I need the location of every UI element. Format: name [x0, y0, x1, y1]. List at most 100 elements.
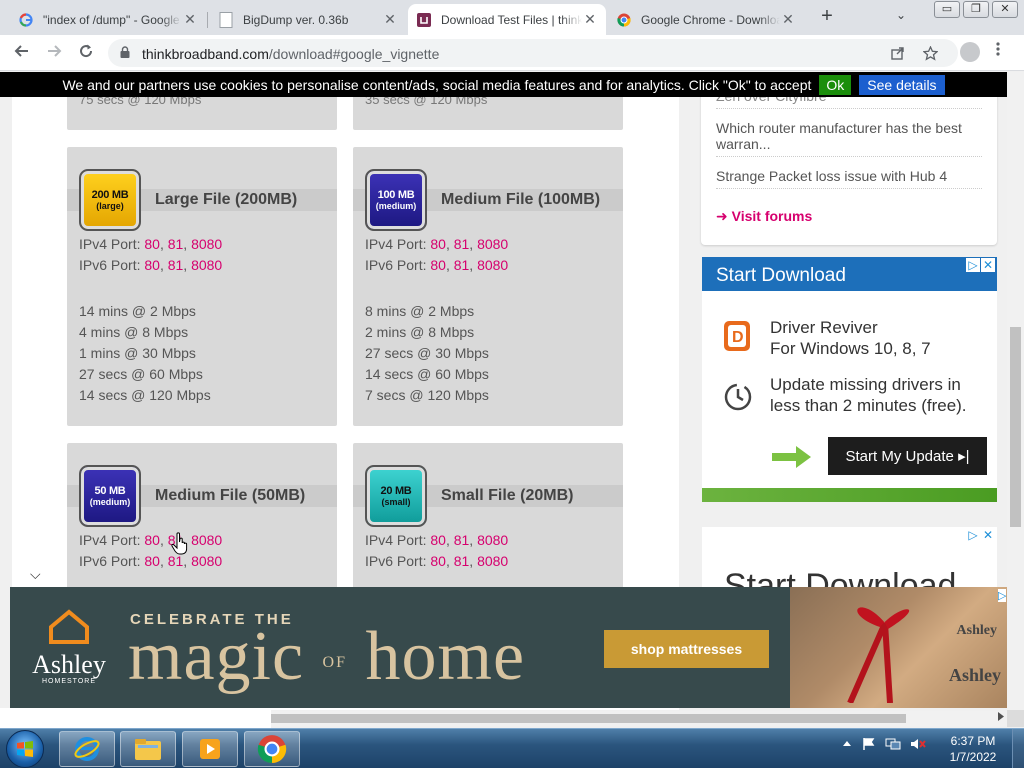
tab-download-test-files[interactable]: Download Test Files | thinkbroadband ✕: [408, 4, 606, 35]
tab-close-icon[interactable]: ✕: [382, 11, 398, 28]
lock-icon[interactable]: [120, 46, 130, 58]
badge-kind: (medium): [375, 201, 417, 211]
port-link-8080[interactable]: 8080: [477, 553, 508, 569]
port-link-81[interactable]: 81: [454, 532, 470, 548]
adchoices-icon[interactable]: ▷: [966, 528, 980, 542]
port-link-8080[interactable]: 8080: [477, 257, 508, 273]
port-link-81[interactable]: 81: [168, 257, 184, 273]
port-label: IPv4 Port:: [365, 236, 431, 252]
port-link-8080[interactable]: 8080: [191, 553, 222, 569]
ribbon-bow-icon: [847, 607, 910, 703]
port-link-80[interactable]: 80: [144, 236, 160, 252]
window-controls: ▭ ❐ ✕: [931, 1, 1018, 18]
minimize-button[interactable]: ▭: [934, 1, 960, 18]
banner-adchoices-icon[interactable]: ▷: [998, 589, 1007, 602]
scrollbar-thumb[interactable]: [1010, 327, 1021, 527]
start-button[interactable]: [6, 730, 44, 768]
new-tab-button[interactable]: +: [816, 6, 838, 28]
ad-header[interactable]: Start Download: [702, 257, 997, 291]
port-link-8080[interactable]: 8080: [191, 236, 222, 252]
reload-icon[interactable]: [76, 43, 96, 63]
vertical-scrollbar[interactable]: [1007, 72, 1024, 710]
port-link-81[interactable]: 81: [454, 236, 470, 252]
ashley-banner-ad[interactable]: Ashley HOMESTORE CELEBRATE THE magic OF …: [10, 587, 1007, 708]
start-my-update-button[interactable]: Start My Update ▸|: [828, 437, 987, 475]
file-size-badge[interactable]: 50 MB (medium): [79, 465, 141, 527]
cookie-details-button[interactable]: See details: [859, 74, 945, 95]
tab-chrome-download[interactable]: Google Chrome - Download ✕: [608, 4, 804, 35]
share-icon[interactable]: [890, 46, 906, 62]
taskbar-explorer[interactable]: [120, 731, 176, 767]
bookmark-star-icon[interactable]: [921, 45, 939, 62]
collapse-ad-chevron-icon[interactable]: ⌵: [30, 566, 41, 583]
port-link-80[interactable]: 80: [430, 532, 446, 548]
stopwatch-icon: [724, 383, 752, 411]
ad-close-icon[interactable]: ✕: [981, 258, 995, 272]
visit-forums-link[interactable]: ➜ Visit forums: [716, 208, 812, 225]
ad-product-sub: For Windows 10, 8, 7: [770, 339, 931, 358]
tab-google-search[interactable]: "index of /dump" - Google Search ✕: [10, 4, 206, 35]
port-link-81[interactable]: 81: [168, 236, 184, 252]
menu-kebab-icon[interactable]: [996, 41, 1000, 62]
taskbar-chrome[interactable]: [244, 731, 300, 767]
port-link-80[interactable]: 80: [144, 257, 160, 273]
forum-topic-link[interactable]: Strange Packet loss issue with Hub 4: [716, 168, 982, 189]
maximize-button[interactable]: ❐: [963, 1, 989, 18]
file-size-badge[interactable]: 100 MB (medium): [365, 169, 427, 231]
volume-muted-icon[interactable]: [910, 737, 926, 751]
port-link-80[interactable]: 80: [144, 532, 160, 548]
driver-reviver-ad[interactable]: Start Download ▷ ✕ D Driver Reviver For W…: [702, 257, 997, 502]
port-link-8080[interactable]: 8080: [477, 532, 508, 548]
taskbar-media-player[interactable]: [182, 731, 238, 767]
shop-mattresses-button[interactable]: shop mattresses: [604, 630, 769, 668]
port-link-81[interactable]: 81: [454, 257, 470, 273]
port-link-81[interactable]: 81: [454, 553, 470, 569]
tab-bigdump[interactable]: BigDump ver. 0.36b ✕: [210, 4, 406, 35]
port-link-8080[interactable]: 8080: [477, 236, 508, 252]
word-of: OF: [322, 653, 347, 671]
show-desktop-button[interactable]: [1012, 729, 1024, 768]
url-host: thinkbroadband.com: [142, 46, 269, 62]
forward-icon[interactable]: [44, 43, 64, 63]
ad-choices: ▷ ✕: [965, 258, 995, 272]
file-card-100mb: 100 MB (medium) Medium File (100MB) IPv4…: [353, 147, 623, 426]
show-hidden-icons-icon[interactable]: [842, 737, 852, 751]
horizontal-scrollbar[interactable]: [271, 711, 1007, 726]
url-text[interactable]: thinkbroadband.com/download#google_vigne…: [142, 46, 439, 62]
scrollbar-thumb[interactable]: [271, 714, 906, 723]
port-link-80[interactable]: 80: [144, 553, 160, 569]
cookie-ok-button[interactable]: Ok: [819, 74, 852, 95]
taskbar-clock[interactable]: 6:37 PM 1/7/2022: [936, 733, 1010, 765]
action-center-flag-icon[interactable]: [862, 737, 876, 751]
port-link-8080[interactable]: 8080: [191, 257, 222, 273]
port-link-80[interactable]: 80: [430, 236, 446, 252]
ad-close-icon[interactable]: ✕: [981, 528, 995, 542]
tab-close-icon[interactable]: ✕: [582, 11, 598, 28]
file-card-20mb: 20 MB (small) Small File (20MB) IPv4 Por…: [353, 443, 623, 603]
badge-kind: (small): [381, 497, 411, 507]
port-link-80[interactable]: 80: [430, 553, 446, 569]
tab-close-icon[interactable]: ✕: [780, 11, 796, 28]
port-link-8080[interactable]: 8080: [191, 532, 222, 548]
speed-line: 7 secs @ 120 Mbps: [365, 387, 489, 403]
second-download-ad[interactable]: ▷ ✕ Start Download: [702, 527, 997, 587]
taskbar-ie[interactable]: [59, 731, 115, 767]
port-link-80[interactable]: 80: [430, 257, 446, 273]
tab-search-icon[interactable]: ⌄: [896, 8, 906, 22]
speed-line: 4 mins @ 8 Mbps: [79, 324, 189, 340]
address-bar[interactable]: thinkbroadband.com/download#google_vigne…: [108, 39, 958, 67]
scroll-right-icon[interactable]: [998, 712, 1004, 721]
forum-topics-box: Zen over Cityfibre Which router manufact…: [701, 72, 997, 245]
close-window-button[interactable]: ✕: [992, 1, 1018, 18]
media-player-icon: [200, 739, 220, 759]
profile-avatar[interactable]: [960, 42, 980, 62]
adchoices-icon[interactable]: ▷: [966, 258, 980, 272]
box-brand-bottom: Ashley: [948, 665, 1001, 685]
back-icon[interactable]: [12, 43, 32, 63]
network-icon[interactable]: [885, 737, 901, 751]
badge-size: 100 MB: [377, 189, 415, 201]
forum-topic-link[interactable]: Which router manufacturer has the best w…: [716, 120, 982, 157]
file-size-badge[interactable]: 200 MB (large): [79, 169, 141, 231]
tab-close-icon[interactable]: ✕: [182, 11, 198, 28]
file-size-badge[interactable]: 20 MB (small): [365, 465, 427, 527]
